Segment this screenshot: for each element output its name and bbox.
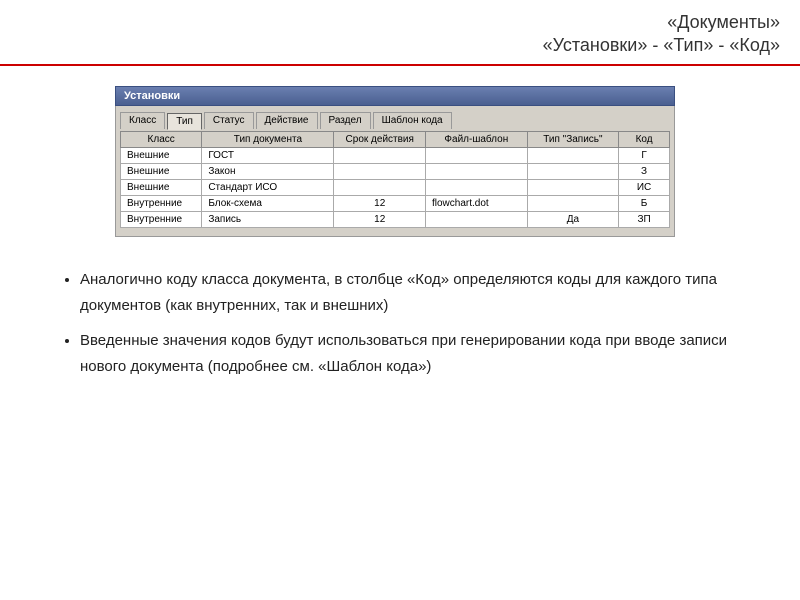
- table-cell[interactable]: Внутренние: [121, 212, 202, 228]
- settings-window: Установки КлассТипСтатусДействиеРазделШа…: [115, 86, 675, 237]
- list-item: Введенные значения кодов будут использов…: [80, 328, 740, 379]
- column-header[interactable]: Тип документа: [202, 132, 334, 148]
- table-cell[interactable]: Внешние: [121, 148, 202, 164]
- table-cell[interactable]: [425, 212, 527, 228]
- column-header[interactable]: Срок действия: [334, 132, 426, 148]
- table-cell[interactable]: [334, 148, 426, 164]
- table-cell[interactable]: [527, 164, 619, 180]
- divider: [0, 64, 800, 66]
- table-cell[interactable]: Б: [619, 196, 670, 212]
- table-cell[interactable]: 12: [334, 212, 426, 228]
- table-cell[interactable]: 12: [334, 196, 426, 212]
- page-title: «Документы»: [20, 12, 780, 33]
- slide-header: «Документы» «Установки» - «Тип» - «Код»: [0, 0, 800, 64]
- table-row[interactable]: ВнутренниеЗапись12 ДаЗП: [121, 212, 670, 228]
- window-panel: КлассТипСтатусДействиеРазделШаблон кода …: [115, 106, 675, 237]
- table-cell[interactable]: [334, 164, 426, 180]
- table-cell[interactable]: [425, 148, 527, 164]
- table-cell[interactable]: Закон: [202, 164, 334, 180]
- list-item: Аналогично коду класса документа, в стол…: [80, 267, 740, 318]
- table-cell[interactable]: flowchart.dot: [425, 196, 527, 212]
- table-cell[interactable]: [425, 164, 527, 180]
- data-grid[interactable]: КлассТип документаСрок действияФайл-шабл…: [120, 131, 670, 228]
- window-titlebar: Установки: [115, 86, 675, 106]
- table-cell[interactable]: [527, 180, 619, 196]
- table-cell[interactable]: [425, 180, 527, 196]
- column-header[interactable]: Код: [619, 132, 670, 148]
- tab-Статус[interactable]: Статус: [204, 112, 254, 129]
- tab-Раздел[interactable]: Раздел: [320, 112, 371, 129]
- table-row[interactable]: ВнешниеГОСТ Г: [121, 148, 670, 164]
- table-cell[interactable]: З: [619, 164, 670, 180]
- tab-strip: КлассТипСтатусДействиеРазделШаблон кода: [120, 112, 670, 129]
- table-cell[interactable]: Внешние: [121, 164, 202, 180]
- column-header[interactable]: Тип "Запись": [527, 132, 619, 148]
- tab-Тип[interactable]: Тип: [167, 113, 202, 130]
- tab-Действие[interactable]: Действие: [256, 112, 318, 129]
- column-header[interactable]: Класс: [121, 132, 202, 148]
- table-cell[interactable]: Внешние: [121, 180, 202, 196]
- table-cell[interactable]: ИС: [619, 180, 670, 196]
- description-list: Аналогично коду класса документа, в стол…: [80, 267, 740, 379]
- table-row[interactable]: ВнешниеЗакон З: [121, 164, 670, 180]
- table-cell[interactable]: Внутренние: [121, 196, 202, 212]
- table-cell[interactable]: [527, 196, 619, 212]
- column-header[interactable]: Файл-шаблон: [425, 132, 527, 148]
- table-cell[interactable]: ЗП: [619, 212, 670, 228]
- page-subtitle: «Установки» - «Тип» - «Код»: [20, 35, 780, 56]
- table-cell[interactable]: ГОСТ: [202, 148, 334, 164]
- tab-Шаблон кода[interactable]: Шаблон кода: [373, 112, 452, 129]
- table-cell[interactable]: Да: [527, 212, 619, 228]
- table-cell[interactable]: [527, 148, 619, 164]
- table-row[interactable]: ВнутренниеБлок-схема12flowchart.dot Б: [121, 196, 670, 212]
- table-cell[interactable]: Запись: [202, 212, 334, 228]
- table-cell[interactable]: Блок-схема: [202, 196, 334, 212]
- grid-header-row: КлассТип документаСрок действияФайл-шабл…: [121, 132, 670, 148]
- tab-Класс[interactable]: Класс: [120, 112, 165, 129]
- table-cell[interactable]: [334, 180, 426, 196]
- table-row[interactable]: ВнешниеСтандарт ИСО ИС: [121, 180, 670, 196]
- table-cell[interactable]: Г: [619, 148, 670, 164]
- table-cell[interactable]: Стандарт ИСО: [202, 180, 334, 196]
